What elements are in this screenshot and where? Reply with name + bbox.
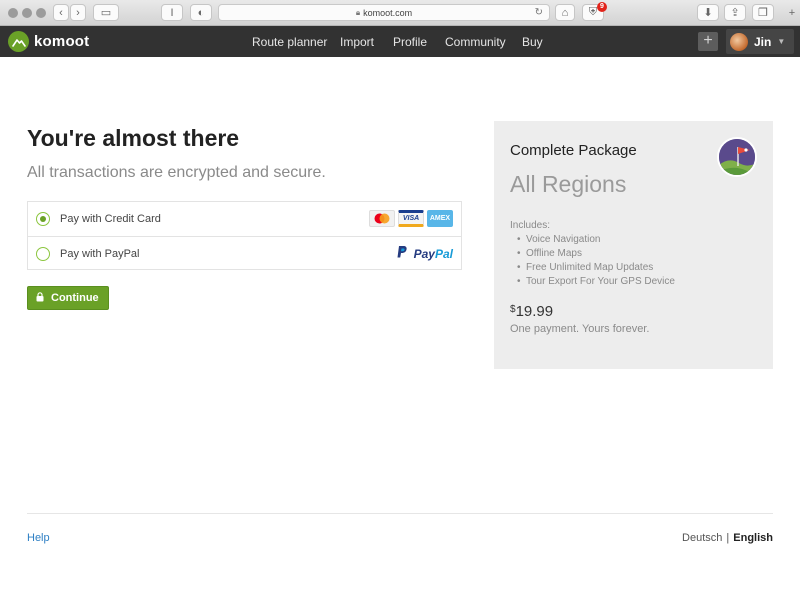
forward-button[interactable]: › [70,4,86,21]
chevron-left-icon: ‹ [59,6,63,19]
package-title: Complete Package [510,142,637,159]
continue-label: Continue [51,292,99,304]
lock-icon [36,291,44,305]
download-icon: ⬇ [703,7,713,19]
user-name: Jin [754,34,772,49]
tabs-icon: ❐ [758,7,768,19]
package-name: All Regions [510,171,627,197]
reader-button[interactable]: I [161,4,183,21]
close-window-button[interactable] [8,8,18,18]
paypal-logo: PayPal [397,246,453,261]
sidebar-button[interactable]: ▭ [93,4,119,21]
paypal-word-pal: Pal [434,247,453,261]
reader-icon: I [170,6,174,19]
amex-icon: AMEX [427,210,453,227]
komoot-logo[interactable]: komoot [8,31,89,52]
extension-button[interactable]: ◐ [190,4,212,21]
package-summary: Complete Package All Regions Includes: V… [494,121,773,369]
globe-icon: ◐ [197,6,205,19]
language-english[interactable]: English [733,532,773,544]
user-menu[interactable]: Jin ▼ [726,29,794,54]
card-logos: VISA AMEX [369,210,453,227]
paypal-label: Pay with PayPal [60,248,140,260]
credit-card-radio[interactable] [36,212,50,226]
browser-toolbar: ‹ › ▭ I ◐ 🔒︎ komoot.com ↻ ⌂ ⛨ 9 ⬇ ⇪ ❐ + [0,0,800,26]
feature-item: Tour Export For Your GPS Device [510,276,675,290]
includes-label: Includes: [510,220,551,231]
price-amount: 19.99 [515,303,554,320]
footer-divider [27,513,773,514]
downloads-button[interactable]: ⬇ [697,4,719,21]
language-switcher: Deutsch | English [682,532,773,544]
feature-item: Offline Maps [510,248,675,262]
address-bar[interactable]: 🔒︎ komoot.com ↻ [218,4,550,21]
share-icon: ⇪ [730,7,740,19]
shield-icon: ⛨ [588,6,598,18]
reload-icon[interactable]: ↻ [535,7,543,18]
payment-option-paypal[interactable]: Pay with PayPal PayPal [28,236,461,270]
region-badge-icon [717,137,757,177]
lock-icon: 🔒︎ [355,7,361,17]
price-currency: $ [510,304,516,315]
price: $19.99 [510,303,553,321]
site-header: komoot Route planner Import Profile Comm… [0,26,800,57]
password-button[interactable]: ⌂ [555,4,575,21]
sidebar-icon: ▭ [100,7,112,19]
minimize-window-button[interactable] [22,8,32,18]
page-title: You're almost there [27,125,240,151]
caret-down-icon: ▼ [777,37,786,46]
language-separator: | [726,532,730,544]
mountain-icon [8,31,29,52]
credit-card-label: Pay with Credit Card [60,213,161,225]
nav-route-planner[interactable]: Route planner [252,35,327,49]
key-icon: ⌂ [561,6,569,19]
paypal-p-icon [397,246,410,261]
feature-item: Voice Navigation [510,234,675,248]
plus-icon: + [703,32,713,49]
chevron-right-icon: › [76,6,80,19]
paypal-word-pay: Pay [413,247,435,261]
nav-community[interactable]: Community [445,35,506,49]
price-note: One payment. Yours forever. [510,323,650,335]
new-tab-button[interactable]: + [786,4,798,21]
paypal-radio[interactable] [36,247,50,261]
tabs-overview-button[interactable]: ❐ [752,4,774,21]
feature-item: Free Unlimited Map Updates [510,262,675,276]
mastercard-icon [369,210,395,227]
payment-option-credit-card[interactable]: Pay with Credit Card VISA AMEX [28,202,461,236]
avatar [730,32,748,51]
create-button[interactable]: + [698,32,718,51]
continue-button[interactable]: Continue [27,286,109,310]
nav-profile[interactable]: Profile [393,35,427,49]
plus-icon: + [788,6,796,19]
visa-icon: VISA [398,210,424,227]
brand-name: komoot [34,33,90,50]
language-deutsch[interactable]: Deutsch [682,532,722,544]
share-button[interactable]: ⇪ [724,4,746,21]
nav-buy[interactable]: Buy [522,35,543,49]
payment-options: Pay with Credit Card VISA AMEX Pay with … [27,201,462,270]
nav-import[interactable]: Import [340,35,374,49]
back-button[interactable]: ‹ [53,4,69,21]
zoom-window-button[interactable] [36,8,46,18]
feature-list: Voice Navigation Offline Maps Free Unlim… [510,234,675,290]
address-text: komoot.com [363,7,413,18]
help-link[interactable]: Help [27,532,50,544]
page-subtitle: All transactions are encrypted and secur… [27,164,326,181]
extension-badge: 9 [597,2,607,12]
ad-block-button[interactable]: ⛨ 9 [582,2,607,21]
